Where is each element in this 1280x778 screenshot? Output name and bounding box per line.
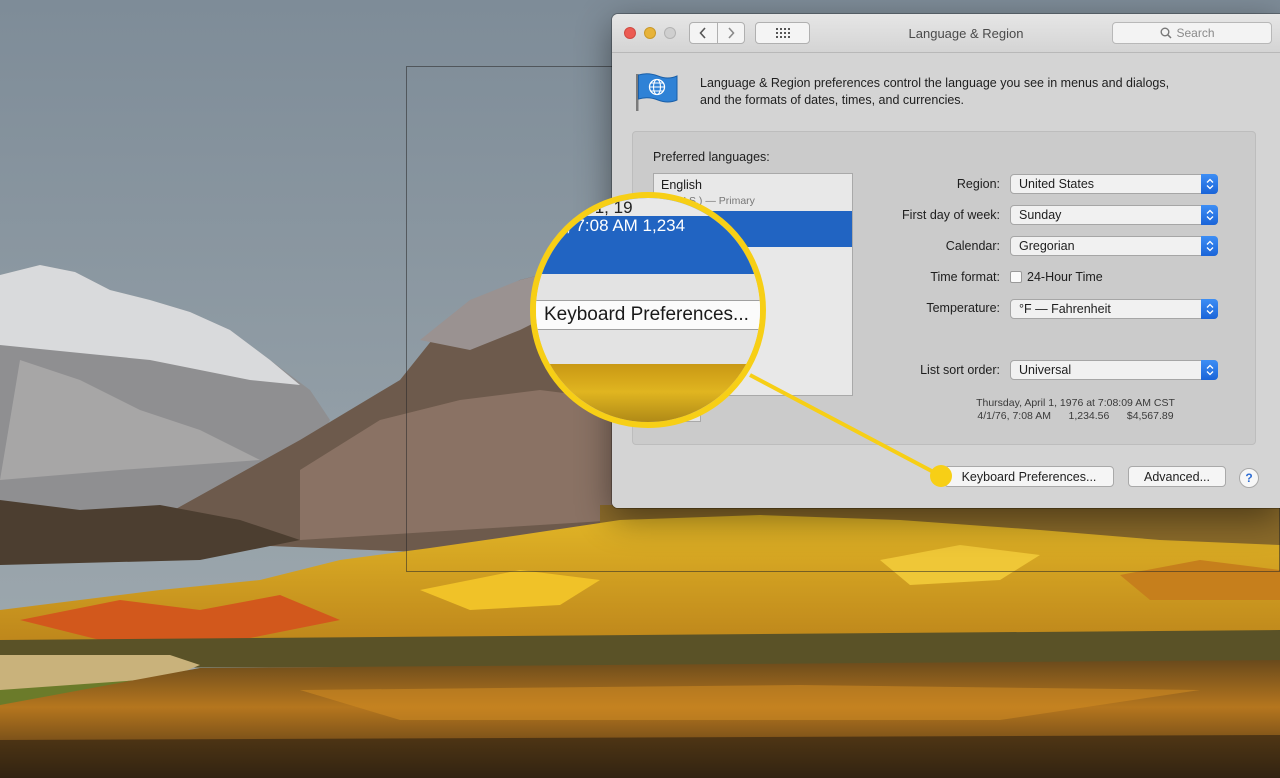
magnified-time-text: , 7:08 AM 1,234 xyxy=(566,216,686,235)
calendar-value: Gregorian xyxy=(1019,239,1075,253)
callout-dot xyxy=(930,465,952,487)
advanced-button[interactable]: Advanced... xyxy=(1128,466,1226,487)
magnifier-callout: April 1, 19 , 7:08 AM 1,234 Keyboard Pre… xyxy=(530,192,766,428)
popup-stepper-icon xyxy=(1201,174,1218,194)
description-line-2: and the formats of dates, times, and cur… xyxy=(700,93,965,107)
popup-stepper-icon xyxy=(1201,236,1218,256)
magnified-date-text: April 1, 19 xyxy=(556,198,633,217)
region-label: Region: xyxy=(956,177,1000,191)
format-sample-line-1: Thursday, April 1, 1976 at 7:08:09 AM CS… xyxy=(976,397,1175,409)
keyboard-preferences-button[interactable]: Keyboard Preferences... xyxy=(944,466,1114,487)
magnified-keyboard-preferences-button: Keyboard Preferences... xyxy=(536,300,760,330)
search-icon xyxy=(1160,27,1172,39)
24-hour-time-checkbox[interactable] xyxy=(1010,271,1022,283)
list-sort-order-popup[interactable]: Universal xyxy=(1010,360,1218,380)
list-sort-order-label: List sort order: xyxy=(920,363,1000,377)
language-flag-icon xyxy=(636,73,678,111)
temperature-label: Temperature: xyxy=(926,301,1000,315)
first-day-popup[interactable]: Sunday xyxy=(1010,205,1218,225)
search-field[interactable] xyxy=(1112,22,1272,44)
region-value: United States xyxy=(1019,177,1095,191)
format-sample-line-2: 4/1/76, 7:08 AM 1,234.56 $4,567.89 xyxy=(977,410,1174,422)
calendar-label: Calendar: xyxy=(945,239,1000,253)
popup-stepper-icon xyxy=(1201,205,1218,225)
first-day-value: Sunday xyxy=(1019,208,1062,222)
help-button[interactable]: ? xyxy=(1239,468,1259,488)
popup-stepper-icon xyxy=(1201,299,1218,319)
region-popup[interactable]: United States xyxy=(1010,174,1218,194)
temperature-popup[interactable]: °F — Fahrenheit xyxy=(1010,299,1218,319)
language-name: English xyxy=(661,178,702,192)
24-hour-time-label[interactable]: 24-Hour Time xyxy=(1027,270,1103,284)
time-format-label: Time format: xyxy=(930,270,1000,284)
title-bar[interactable]: Language & Region xyxy=(612,14,1280,53)
temperature-value: °F — Fahrenheit xyxy=(1019,302,1111,316)
popup-stepper-icon xyxy=(1201,360,1218,380)
description-line-1: Language & Region preferences control th… xyxy=(700,76,1170,90)
first-day-label: First day of week: xyxy=(902,208,1000,222)
preferred-languages-label: Preferred languages: xyxy=(653,150,770,164)
description-text: Language & Region preferences control th… xyxy=(700,75,1240,109)
magnified-foliage xyxy=(536,364,760,422)
search-input[interactable] xyxy=(1176,26,1225,40)
list-sort-order-value: Universal xyxy=(1019,363,1072,377)
calendar-popup[interactable]: Gregorian xyxy=(1010,236,1218,256)
